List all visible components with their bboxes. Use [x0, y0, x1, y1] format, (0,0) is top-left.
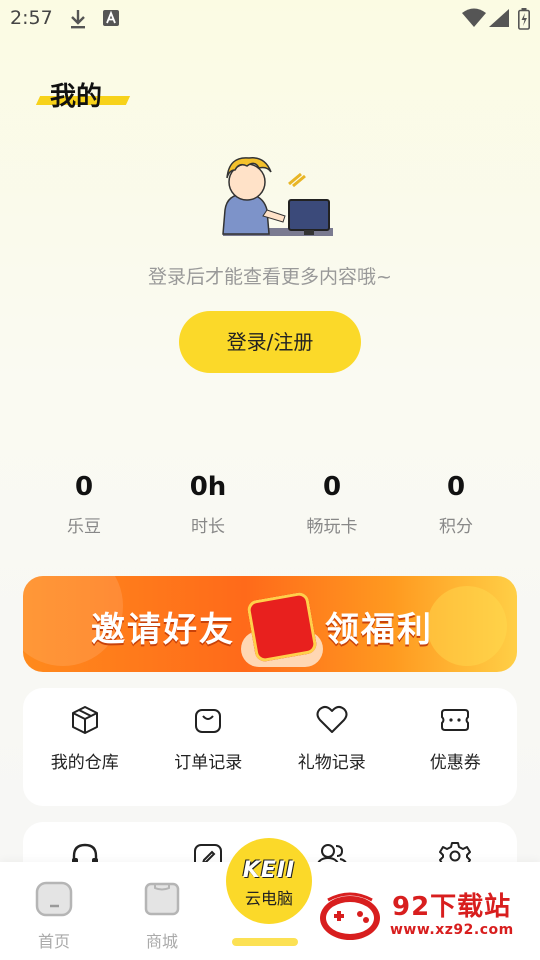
stat-value: 0	[322, 472, 342, 502]
home-tab-icon	[35, 881, 73, 917]
box-icon	[23, 704, 147, 738]
signal-icon	[488, 8, 510, 32]
quick-action-label: 优惠券	[429, 753, 481, 773]
banner-invite-text: 邀请好友	[91, 610, 235, 650]
status-bar: 2:57	[0, 0, 540, 36]
coupons-button[interactable]: 优惠券	[394, 688, 518, 806]
stat-play-card[interactable]: 0 畅玩卡	[270, 470, 394, 540]
nav-home[interactable]: 首页	[19, 880, 89, 952]
store-tab-icon	[144, 882, 180, 916]
cloud-pc-logo: KEII	[242, 858, 296, 883]
download-icon	[68, 8, 88, 34]
nav-label: 首页	[37, 932, 70, 951]
ticket-icon	[394, 704, 518, 738]
nav-store[interactable]: 商城	[127, 880, 197, 952]
bag-icon	[147, 704, 271, 738]
stat-label: 积分	[439, 517, 473, 537]
page-title: 我的	[50, 82, 103, 112]
nav-label: 云电脑	[244, 889, 293, 908]
stat-label: 畅玩卡	[306, 517, 358, 537]
stat-value: 0h	[189, 472, 227, 502]
nav-cloud-pc[interactable]: KEII 云电脑	[226, 838, 312, 924]
site-watermark: 92下载站 www.xz92.com	[318, 884, 530, 946]
gift-records-button[interactable]: 礼物记录	[270, 688, 394, 806]
default-avatar-illustration	[205, 150, 335, 250]
nav-label: 商城	[145, 932, 178, 951]
order-records-button[interactable]: 订单记录	[147, 688, 271, 806]
quick-actions-card: 我的仓库 订单记录 礼物记录 优惠券	[23, 688, 517, 806]
stat-value: 0	[446, 472, 466, 502]
watermark-url: www.xz92.com	[390, 922, 514, 938]
stat-value: 0	[74, 472, 94, 502]
invite-friends-banner[interactable]: 邀请好友 领福利	[23, 576, 517, 672]
login-register-button[interactable]: 登录/注册	[179, 311, 361, 373]
font-a-icon	[102, 8, 120, 32]
stat-points[interactable]: 0 积分	[394, 470, 518, 540]
banner-reward-text: 领福利	[325, 610, 433, 650]
stat-ledou[interactable]: 0 乐豆	[22, 470, 146, 540]
watermark-title: 92下载站	[392, 892, 512, 922]
heart-icon	[270, 704, 394, 738]
login-hint-text: 登录后才能查看更多内容哦~	[148, 266, 392, 288]
page-header: 我的	[35, 74, 134, 114]
red-envelope-icon	[246, 591, 318, 663]
stat-duration[interactable]: 0h 时长	[146, 470, 270, 540]
battery-icon	[518, 8, 530, 34]
gamepad-logo-icon	[320, 892, 380, 940]
stat-label: 乐豆	[67, 517, 101, 537]
quick-action-label: 礼物记录	[297, 753, 366, 773]
cloud-pc-active-indicator	[232, 938, 298, 946]
stat-label: 时长	[191, 517, 225, 537]
status-time: 2:57	[10, 7, 53, 29]
quick-action-label: 我的仓库	[50, 753, 119, 773]
wifi-icon	[462, 8, 486, 32]
my-warehouse-button[interactable]: 我的仓库	[23, 688, 147, 806]
banner-decoration	[427, 586, 507, 666]
user-stats-row: 0 乐豆 0h 时长 0 畅玩卡 0 积分	[22, 470, 518, 540]
quick-action-label: 订单记录	[174, 753, 243, 773]
